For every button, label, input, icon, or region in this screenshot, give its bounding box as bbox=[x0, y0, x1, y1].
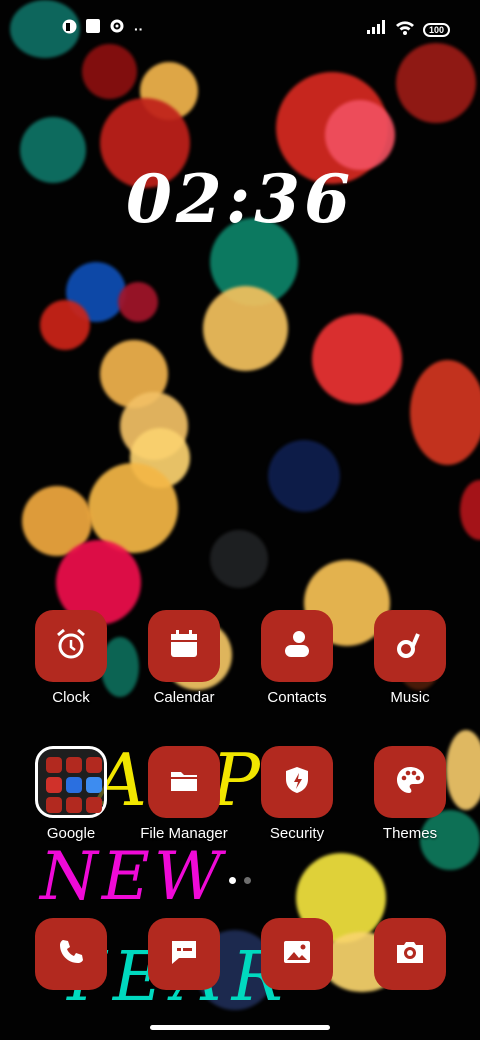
palette-icon bbox=[394, 764, 426, 801]
app-security[interactable]: Security bbox=[242, 746, 352, 842]
clock-widget[interactable]: 02:36 bbox=[0, 160, 480, 238]
wallpaper: APP NEW YEAR bbox=[0, 0, 480, 1040]
app-label-music: Music bbox=[390, 689, 430, 706]
music-note-icon bbox=[394, 628, 426, 665]
camera-icon bbox=[394, 936, 426, 973]
app-label-themes: Themes bbox=[382, 825, 438, 842]
home-gesture-bar[interactable] bbox=[150, 1025, 330, 1030]
more-icon: ·· bbox=[134, 20, 144, 37]
greeting-line-2: NEW bbox=[40, 838, 226, 915]
status-bar: ·· 100 bbox=[0, 0, 480, 56]
gear-icon bbox=[109, 18, 125, 39]
app-label-security: Security bbox=[269, 825, 325, 842]
battery-icon: 100 bbox=[422, 22, 450, 37]
page-dot-1[interactable] bbox=[229, 877, 236, 884]
app-file-manager[interactable]: File Manager bbox=[129, 746, 239, 842]
app-contacts[interactable]: Contacts bbox=[242, 610, 352, 706]
wifi-icon bbox=[395, 19, 415, 40]
dock-messages[interactable] bbox=[129, 918, 239, 990]
page-indicator[interactable] bbox=[229, 877, 251, 884]
app-folder-google[interactable]: Google bbox=[16, 746, 126, 842]
gallery-icon bbox=[281, 936, 313, 973]
square-notification-icon bbox=[86, 19, 100, 38]
messages-icon bbox=[168, 936, 200, 973]
app-calendar[interactable]: Calendar bbox=[129, 610, 239, 706]
app-themes[interactable]: Themes bbox=[355, 746, 465, 842]
app-label-calendar: Calendar bbox=[153, 689, 215, 706]
folder-icon bbox=[35, 746, 107, 818]
app-notification-icon bbox=[62, 19, 77, 39]
calendar-icon bbox=[168, 628, 200, 665]
file-folder-icon bbox=[168, 764, 200, 801]
dock-gallery[interactable] bbox=[242, 918, 352, 990]
app-label-file-manager: File Manager bbox=[140, 825, 228, 842]
phone-icon bbox=[55, 936, 87, 973]
page-dot-2[interactable] bbox=[244, 877, 251, 884]
app-clock[interactable]: Clock bbox=[16, 610, 126, 706]
app-label-contacts: Contacts bbox=[267, 689, 327, 706]
dock-camera[interactable] bbox=[355, 918, 465, 990]
app-label-google: Google bbox=[46, 825, 96, 842]
app-music[interactable]: Music bbox=[355, 610, 465, 706]
alarm-clock-icon bbox=[54, 627, 88, 666]
dock-phone[interactable] bbox=[16, 918, 126, 990]
contacts-icon bbox=[281, 628, 313, 665]
app-label-clock: Clock bbox=[52, 689, 90, 706]
signal-icon bbox=[366, 20, 387, 39]
security-shield-icon bbox=[281, 764, 313, 801]
